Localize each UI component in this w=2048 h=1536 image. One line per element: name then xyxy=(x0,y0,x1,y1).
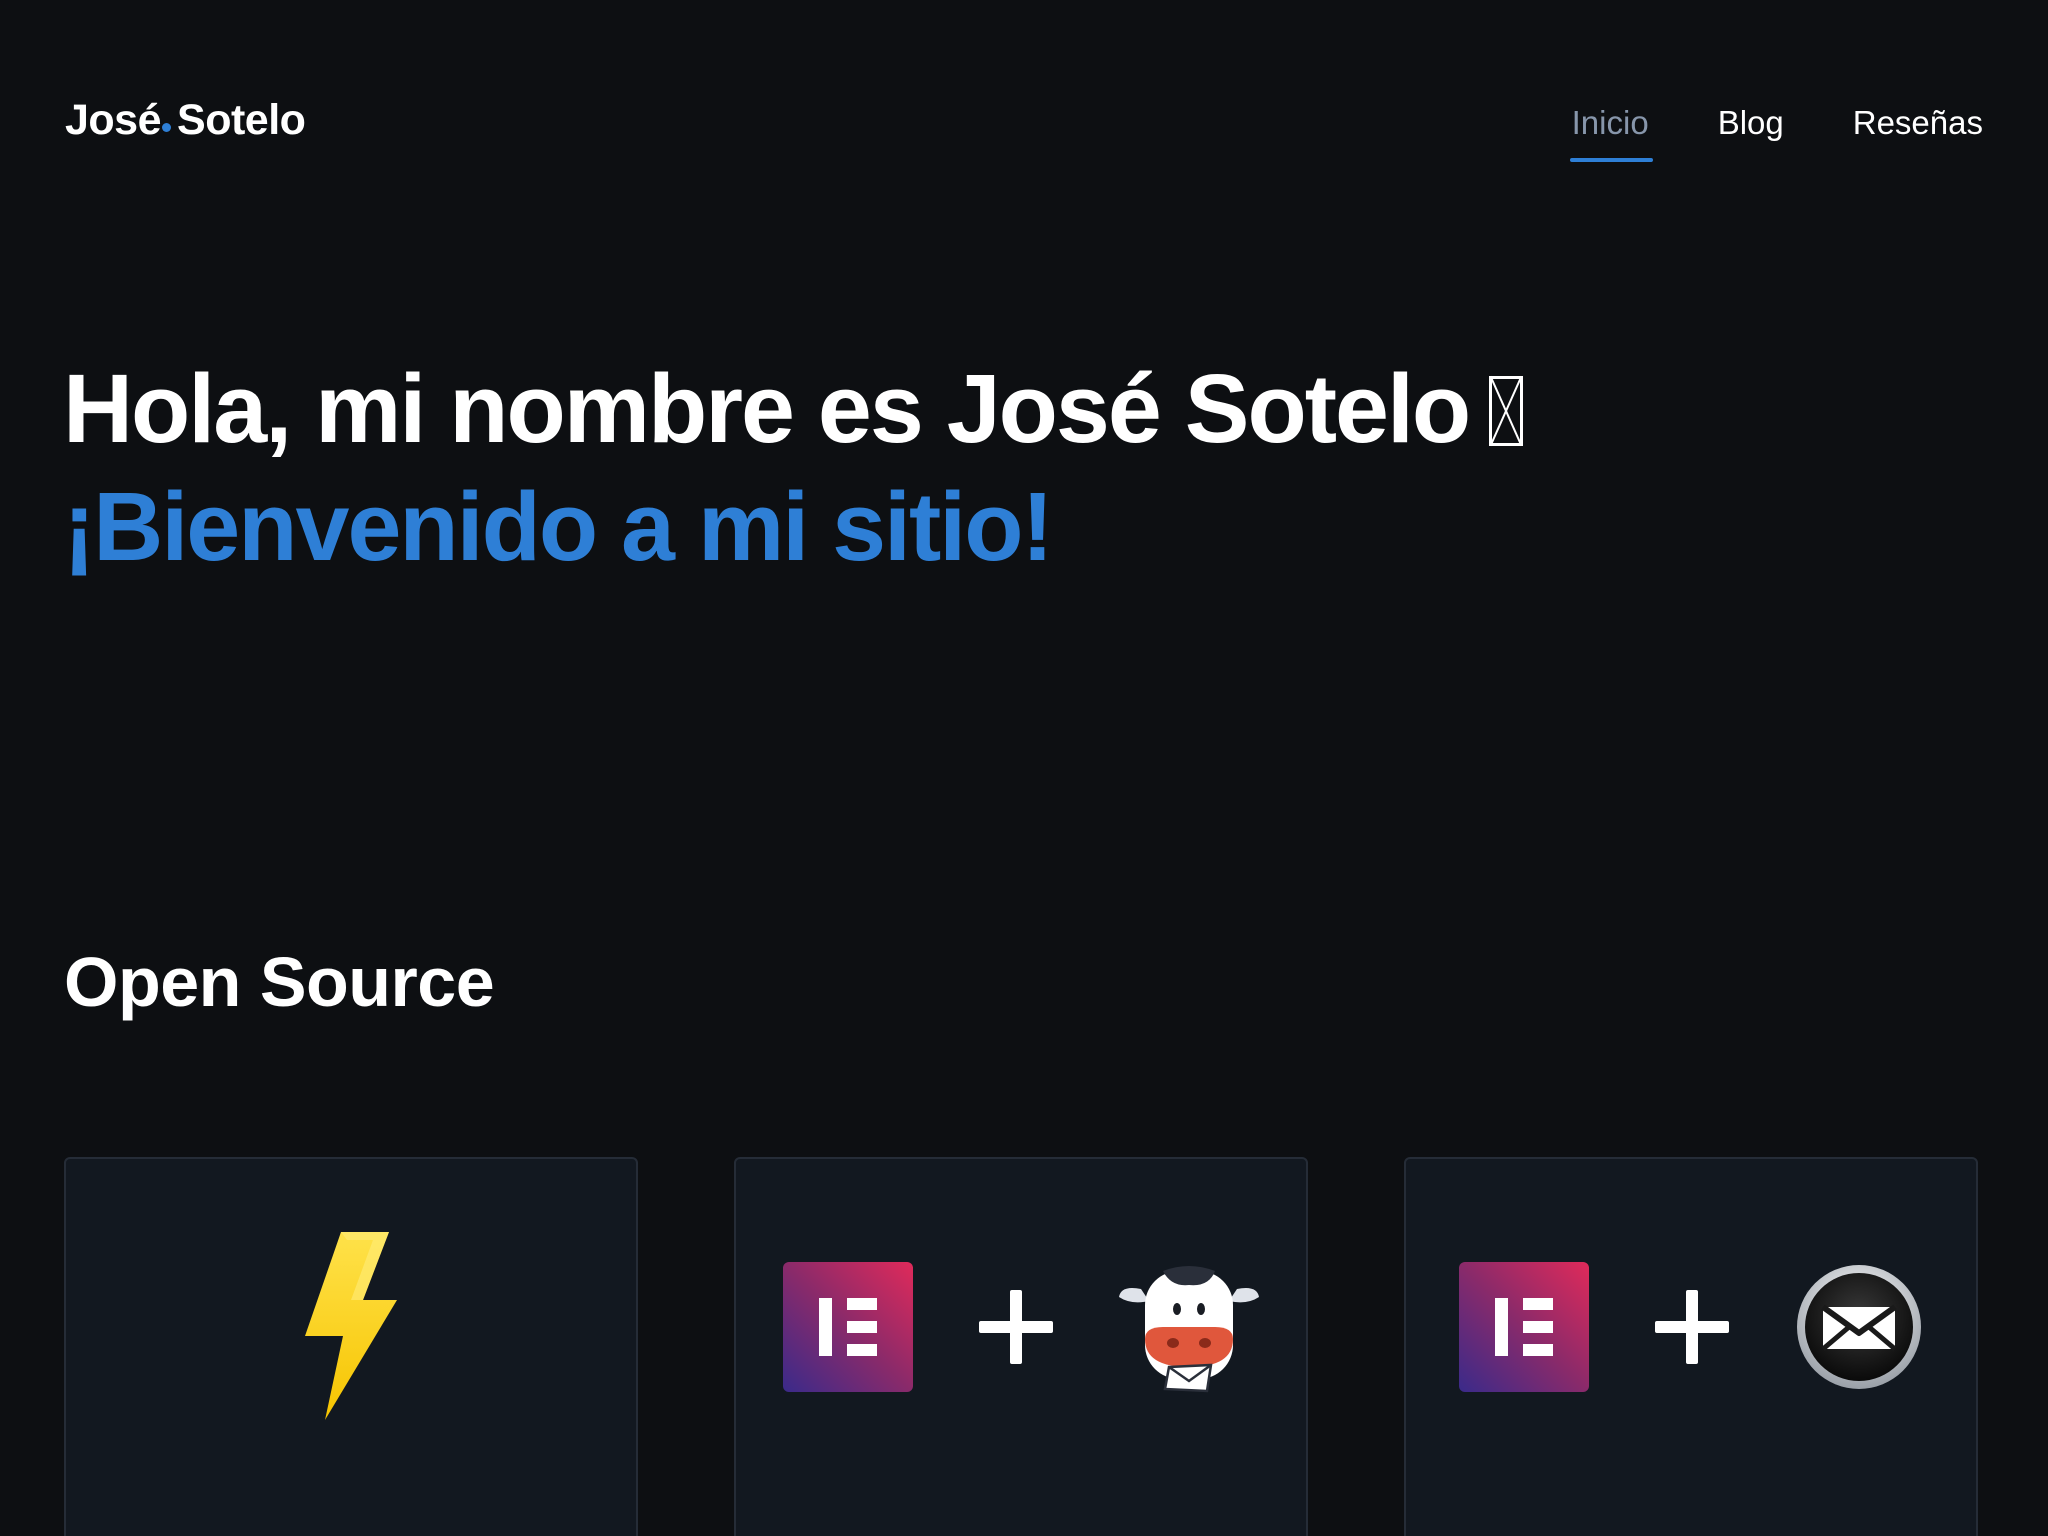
card-icons xyxy=(301,1232,401,1422)
project-card[interactable] xyxy=(64,1157,638,1536)
elementor-icon xyxy=(1459,1262,1589,1392)
hero-welcome: ¡Bienvenido a mi sitio! xyxy=(63,472,1054,581)
nav-link-inicio[interactable]: Inicio xyxy=(1569,104,1653,162)
section-title-open-source: Open Source xyxy=(64,943,495,1022)
plus-icon xyxy=(979,1290,1053,1364)
card-icons xyxy=(783,1257,1259,1397)
logo-last-name: Sotelo xyxy=(177,96,306,144)
hero-greeting: Hola, mi nombre es José Sotelo xyxy=(63,354,1471,463)
logo-dot-icon xyxy=(162,123,172,132)
site-header: José Sotelo Inicio Blog Reseñas xyxy=(65,90,1983,170)
nav-link-resenas[interactable]: Reseñas xyxy=(1853,104,1983,162)
hero: Hola, mi nombre es José Sotelo ¡Bienveni… xyxy=(63,350,1524,586)
main-nav: Inicio Blog Reseñas xyxy=(1569,104,1983,162)
missing-glyph-icon xyxy=(1489,376,1524,446)
nav-link-blog[interactable]: Blog xyxy=(1718,104,1784,162)
page: José Sotelo Inicio Blog Reseñas Hola, mi … xyxy=(0,0,2048,1536)
plus-icon xyxy=(1655,1290,1729,1364)
lightning-bolt-icon xyxy=(305,1232,397,1420)
project-card[interactable] xyxy=(734,1157,1308,1536)
card-icons xyxy=(1459,1262,1923,1392)
project-cards xyxy=(64,1157,1978,1536)
site-logo[interactable]: José Sotelo xyxy=(65,96,306,145)
hero-greeting-line: Hola, mi nombre es José Sotelo xyxy=(63,350,1524,468)
cow-mail-icon xyxy=(1119,1266,1259,1393)
logo-first-name: José xyxy=(65,96,162,144)
project-card[interactable] xyxy=(1404,1157,1978,1536)
elementor-icon xyxy=(783,1262,913,1392)
envelope-circle-icon xyxy=(1797,1265,1921,1389)
